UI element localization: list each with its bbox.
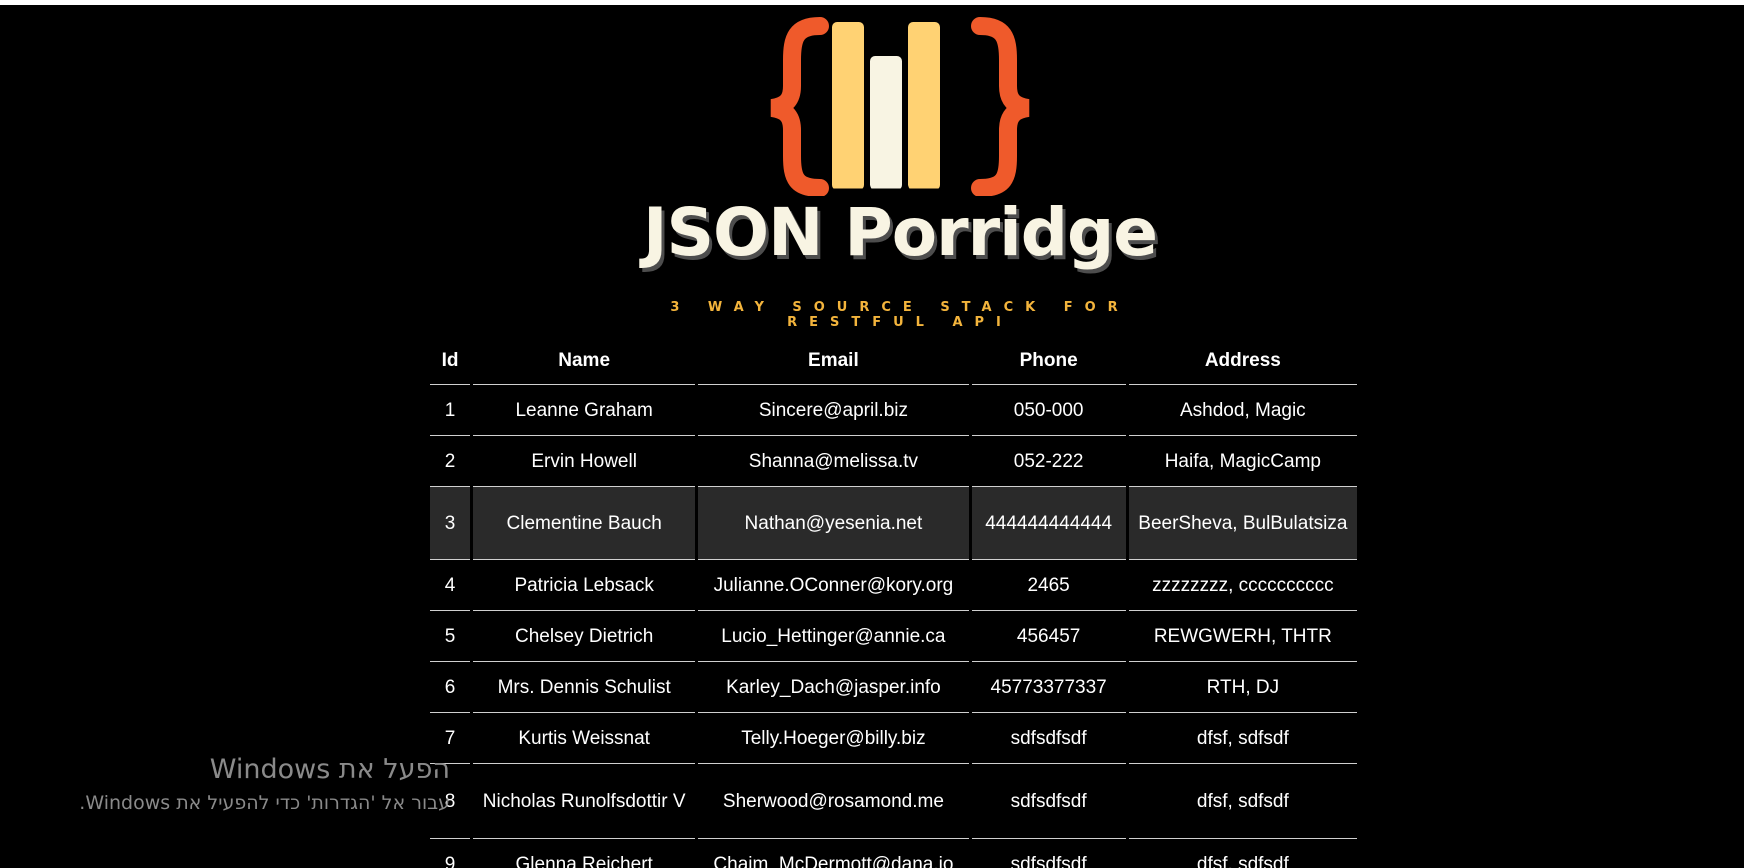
cell-address: Ashdod, Magic bbox=[1128, 385, 1357, 436]
cell-email: Lucio_Hettinger@annie.ca bbox=[698, 611, 969, 662]
table-row[interactable]: 4 Patricia Lebsack Julianne.OConner@kory… bbox=[430, 560, 1357, 611]
cell-address: REWGWERH, THTR bbox=[1128, 611, 1357, 662]
cell-address: Haifa, MagicCamp bbox=[1128, 436, 1357, 487]
header-id: Id bbox=[430, 338, 471, 385]
cell-name: Glenna Reichert bbox=[473, 839, 695, 868]
header-name: Name bbox=[473, 338, 696, 385]
cell-id: 1 bbox=[430, 385, 471, 436]
cell-phone: sdfsdfsdf bbox=[971, 713, 1126, 764]
cell-address: dfsf, sdfsdf bbox=[1129, 839, 1357, 868]
table-header-row: Id Name Email Phone Address bbox=[430, 338, 1357, 385]
cell-name: Chelsey Dietrich bbox=[473, 611, 696, 662]
cell-phone: 456457 bbox=[971, 611, 1126, 662]
table-row[interactable]: 8 Nicholas Runolfsdottir V Sherwood@rosa… bbox=[430, 764, 1357, 839]
cell-id: 6 bbox=[430, 662, 471, 713]
table-row-hovered[interactable]: 3 Clementine Bauch Nathan@yesenia.net 44… bbox=[430, 487, 1357, 560]
book-right-icon bbox=[908, 22, 940, 190]
cell-email: Shanna@melissa.tv bbox=[698, 436, 969, 487]
page: JSON Porridge 3 WAY SOURCE STACK FOR RES… bbox=[0, 0, 1744, 868]
windows-activation-watermark: הפעל את Windows עבור אל 'הגדרות' כדי להפ… bbox=[40, 752, 450, 818]
browser-top-edge bbox=[0, 0, 1744, 5]
activation-subtitle: עבור אל 'הגדרות' כדי להפעיל את Windows. bbox=[79, 792, 450, 814]
cell-phone: 444444444444 bbox=[971, 487, 1126, 560]
table-row[interactable]: 9 Glenna Reichert Chaim_McDermott@dana.i… bbox=[430, 839, 1357, 868]
book-left-icon bbox=[832, 22, 864, 190]
cell-address: dfsf, sdfsdf bbox=[1128, 713, 1357, 764]
brand-title: JSON Porridge bbox=[642, 194, 1158, 271]
table-row[interactable]: 1 Leanne Graham Sincere@april.biz 050-00… bbox=[430, 385, 1357, 436]
cell-phone: 45773377337 bbox=[971, 662, 1126, 713]
brand-tagline: 3 WAY SOURCE STACK FOR RESTFUL API bbox=[670, 300, 1130, 330]
cell-name: Mrs. Dennis Schulist bbox=[473, 662, 696, 713]
json-porridge-logo: JSON Porridge 3 WAY SOURCE STACK FOR RES… bbox=[600, 16, 1200, 330]
cell-phone: 2465 bbox=[971, 560, 1126, 611]
logo-mark-icon bbox=[770, 17, 1030, 196]
cell-id: 2 bbox=[430, 436, 471, 487]
table-row[interactable]: 5 Chelsey Dietrich Lucio_Hettinger@annie… bbox=[430, 611, 1357, 662]
cell-phone: 052-222 bbox=[971, 436, 1126, 487]
cell-email: Telly.Hoeger@billy.biz bbox=[698, 713, 969, 764]
cell-address: BeerSheva, BulBulatsiza bbox=[1128, 487, 1357, 560]
cell-id: 4 bbox=[430, 560, 471, 611]
cell-name: Kurtis Weissnat bbox=[473, 713, 696, 764]
header-address: Address bbox=[1128, 338, 1357, 385]
left-brace-icon bbox=[770, 17, 829, 196]
cell-name: Leanne Graham bbox=[473, 385, 696, 436]
cell-phone: sdfsdfsdf bbox=[972, 839, 1126, 868]
cell-phone: 050-000 bbox=[971, 385, 1126, 436]
cell-address: zzzzzzzz, cccccccccc bbox=[1128, 560, 1357, 611]
cell-id: 5 bbox=[430, 611, 471, 662]
cell-name: Clementine Bauch bbox=[473, 487, 696, 560]
table-row[interactable]: 6 Mrs. Dennis Schulist Karley_Dach@jaspe… bbox=[430, 662, 1357, 713]
cell-name: Nicholas Runolfsdottir V bbox=[473, 764, 696, 839]
cell-email: Sincere@april.biz bbox=[698, 385, 969, 436]
header-phone: Phone bbox=[971, 338, 1126, 385]
cell-email: Chaim_McDermott@dana.io bbox=[698, 839, 968, 868]
users-table: Id Name Email Phone Address 1 Leanne Gra… bbox=[427, 338, 1360, 868]
cell-email: Nathan@yesenia.net bbox=[698, 487, 969, 560]
table-row[interactable]: 7 Kurtis Weissnat Telly.Hoeger@billy.biz… bbox=[430, 713, 1357, 764]
cell-address: RTH, DJ bbox=[1128, 662, 1357, 713]
activation-title: הפעל את Windows bbox=[209, 754, 450, 785]
table-row[interactable]: 2 Ervin Howell Shanna@melissa.tv 052-222… bbox=[430, 436, 1357, 487]
cell-email: Julianne.OConner@kory.org bbox=[698, 560, 969, 611]
book-center-icon bbox=[870, 56, 902, 190]
cell-id: 3 bbox=[430, 487, 471, 560]
cell-email: Karley_Dach@jasper.info bbox=[698, 662, 969, 713]
right-brace-icon bbox=[971, 17, 1030, 196]
cell-id: 9 bbox=[430, 839, 470, 868]
cell-name: Patricia Lebsack bbox=[473, 560, 696, 611]
cell-phone: sdfsdfsdf bbox=[971, 764, 1126, 839]
cell-address: dfsf, sdfsdf bbox=[1128, 764, 1357, 839]
cell-name: Ervin Howell bbox=[473, 436, 696, 487]
header-email: Email bbox=[698, 338, 969, 385]
cell-email: Sherwood@rosamond.me bbox=[698, 764, 969, 839]
